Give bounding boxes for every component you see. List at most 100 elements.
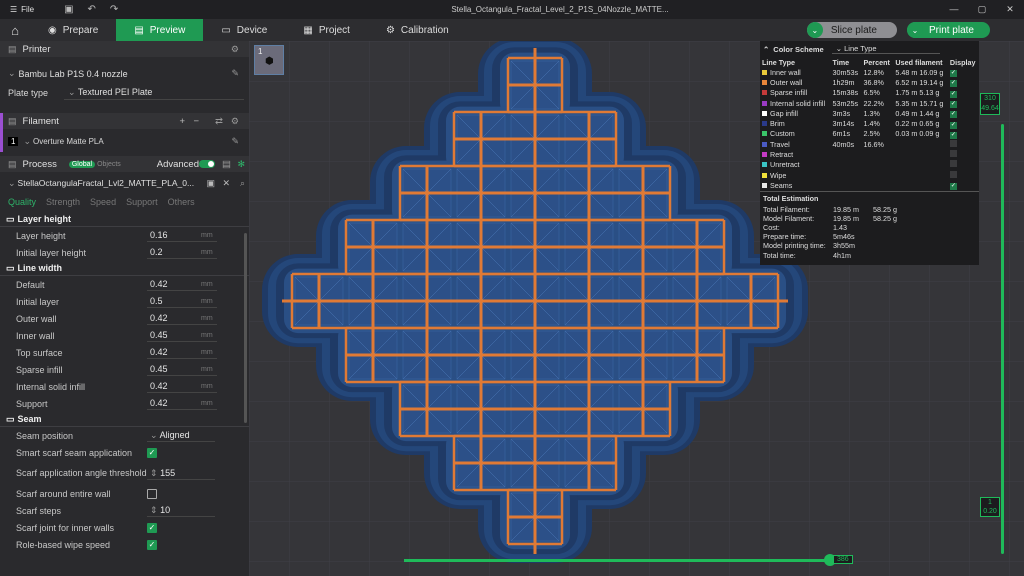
chevron-down-icon[interactable]: ⌄: [806, 22, 823, 38]
legend-header: ⌃ Color Scheme ⌄ Line Type: [760, 41, 979, 57]
close-icon[interactable]: ✕: [222, 178, 230, 189]
line-type-name: Gap infill: [770, 108, 798, 118]
process-preset-select[interactable]: ⌄ StellaOctangulaFractal_Lvl2_MATTE_PLA_…: [0, 175, 249, 191]
legend-percent: 36.8%: [863, 77, 884, 87]
close-icon[interactable]: ✕: [996, 0, 1024, 19]
display-checkbox[interactable]: ✓: [949, 111, 957, 119]
smart-scarf-checkbox[interactable]: ✓: [147, 447, 157, 458]
legend-percent: [862, 170, 894, 180]
display-checkbox[interactable]: ✓: [949, 121, 957, 129]
move-slider[interactable]: [404, 559, 828, 562]
global-toggle[interactable]: Global: [68, 160, 96, 168]
save-icon[interactable]: ▣: [64, 4, 73, 15]
legend-display: [948, 149, 979, 159]
scarf-steps-value: 10: [160, 505, 171, 515]
redo-icon[interactable]: ↷: [110, 4, 118, 15]
file-menu[interactable]: ☰ File: [10, 5, 34, 14]
tab-prepare[interactable]: ◉ Prepare: [30, 19, 116, 41]
display-checkbox[interactable]: ✓: [949, 101, 957, 109]
display-checkbox[interactable]: [949, 139, 957, 147]
legend-used: [893, 180, 948, 190]
param-internal-solid-infill: Internal solid infill 0.42 mm: [0, 378, 249, 395]
printer-icon: ▤: [8, 43, 17, 54]
tab-calibration[interactable]: ⚙ Calibration: [368, 19, 467, 41]
preview-viewport[interactable]: 1 ⬢ ⌃ Color Scheme ⌄ Line Type Line Type…: [249, 41, 1024, 576]
advanced-switch[interactable]: [199, 160, 215, 168]
edit-icon[interactable]: ✎: [231, 136, 239, 147]
tab-device[interactable]: ▭ Device: [203, 19, 285, 41]
layer-slider-bottom-label[interactable]: 1 0.20: [980, 497, 1000, 517]
undo-icon[interactable]: ↶: [88, 4, 96, 15]
line-type-name: Custom: [770, 129, 795, 139]
scarf-entire-checkbox[interactable]: [147, 488, 157, 499]
remove-icon[interactable]: −: [193, 116, 199, 127]
print-plate-button[interactable]: ⌄ Print plate: [906, 22, 990, 38]
compare-icon[interactable]: ▤: [222, 159, 231, 170]
group-seam: ▭ Seam: [0, 412, 249, 427]
filament-slot[interactable]: 1 ⌄ Overture Matte PLA ✎: [0, 129, 249, 152]
group-line-width-label: Line width: [17, 263, 63, 273]
scarf-angle-stepper[interactable]: ⇕ 155: [147, 467, 215, 480]
settings-sidebar: ▤ Printer ⚙ ⌄ Bambu Lab P1S 0.4 nozzle ✎…: [0, 41, 249, 576]
total-weight: 58.25 g: [873, 204, 897, 214]
slice-plate-button[interactable]: ⌄ Slice plate: [806, 22, 897, 38]
scarf-inner-checkbox[interactable]: ✓: [147, 522, 157, 533]
add-icon[interactable]: +: [179, 116, 185, 127]
printer-select[interactable]: ⌄ Bambu Lab P1S 0.4 nozzle ✎: [0, 65, 249, 82]
tab-quality[interactable]: Quality: [8, 197, 36, 207]
save-icon[interactable]: ▣: [206, 178, 215, 189]
legend-used: 6.52 m 19.14 g: [895, 77, 944, 87]
filament-icon: ▤: [8, 115, 17, 126]
filament-section-header[interactable]: ▤ Filament + − ⇄ ⚙: [0, 113, 249, 129]
gear-icon[interactable]: ⚙: [231, 44, 239, 55]
tab-preview[interactable]: ▤ Preview: [116, 19, 204, 41]
scarf-steps-stepper[interactable]: ⇕ 10: [147, 504, 215, 517]
display-checkbox[interactable]: ✓: [949, 80, 957, 88]
display-checkbox[interactable]: ✓: [949, 90, 957, 98]
plate-thumbnail[interactable]: 1 ⬢: [254, 45, 284, 75]
tab-project[interactable]: ▦ Project: [285, 19, 368, 41]
window-title: Stella_Octangula_Fractal_Level_2_P1S_04N…: [451, 5, 669, 14]
file-menu-label: File: [21, 5, 35, 14]
tab-speed[interactable]: Speed: [90, 197, 116, 207]
param-unit: mm: [201, 400, 213, 407]
color-scheme-select[interactable]: ⌄ Line Type: [831, 44, 940, 54]
chevron-down-icon[interactable]: ⌄: [906, 22, 923, 38]
param-sparse-infill: Sparse infill 0.45 mm: [0, 361, 249, 378]
home-button[interactable]: ⌂: [0, 19, 30, 41]
edit-icon[interactable]: ✎: [231, 68, 239, 79]
sidebar-scrollbar[interactable]: [244, 233, 247, 423]
col-line-type: Line Type: [762, 57, 796, 67]
print-plate-label: Print plate: [928, 24, 974, 36]
display-checkbox[interactable]: [949, 160, 957, 168]
legend-line-type: Seams: [760, 180, 830, 190]
layer-slider[interactable]: [1001, 124, 1004, 554]
role-wipe-checkbox[interactable]: ✓: [147, 539, 157, 550]
legend-used: [893, 170, 948, 180]
bottom-layer-number: 1: [988, 499, 992, 506]
tab-support[interactable]: Support: [126, 197, 158, 207]
color-swatch: [762, 162, 767, 168]
sync-icon[interactable]: ⇄: [215, 116, 223, 127]
legend-line-type: Unretract: [760, 160, 830, 170]
gear-icon[interactable]: ⚙: [231, 116, 239, 127]
param-label: Internal solid infill: [16, 381, 86, 392]
search-icon[interactable]: ⌕: [240, 178, 245, 189]
display-checkbox[interactable]: ✓: [949, 131, 957, 139]
seam-position-select[interactable]: ⌄ Aligned: [147, 429, 215, 442]
tab-strength[interactable]: Strength: [46, 197, 80, 207]
maximize-icon[interactable]: ▢: [968, 0, 996, 19]
total-key: Cost:: [763, 222, 780, 232]
chevron-down-icon[interactable]: ⌃: [763, 45, 769, 54]
tab-others[interactable]: Others: [168, 197, 195, 207]
plate-type-select[interactable]: ⌄ Textured PEI Plate: [64, 86, 244, 100]
minimize-icon[interactable]: —: [940, 0, 968, 19]
display-checkbox[interactable]: ✓: [949, 183, 957, 191]
display-checkbox[interactable]: [949, 170, 957, 178]
display-checkbox[interactable]: ✓: [949, 70, 957, 78]
objects-toggle[interactable]: Objects: [97, 161, 121, 168]
layer-slider-top-label[interactable]: 310 49.64: [980, 93, 1000, 115]
wiki-icon[interactable]: ✻: [237, 159, 245, 170]
printer-section-header[interactable]: ▤ Printer ⚙: [0, 41, 249, 57]
display-checkbox[interactable]: [949, 150, 957, 158]
